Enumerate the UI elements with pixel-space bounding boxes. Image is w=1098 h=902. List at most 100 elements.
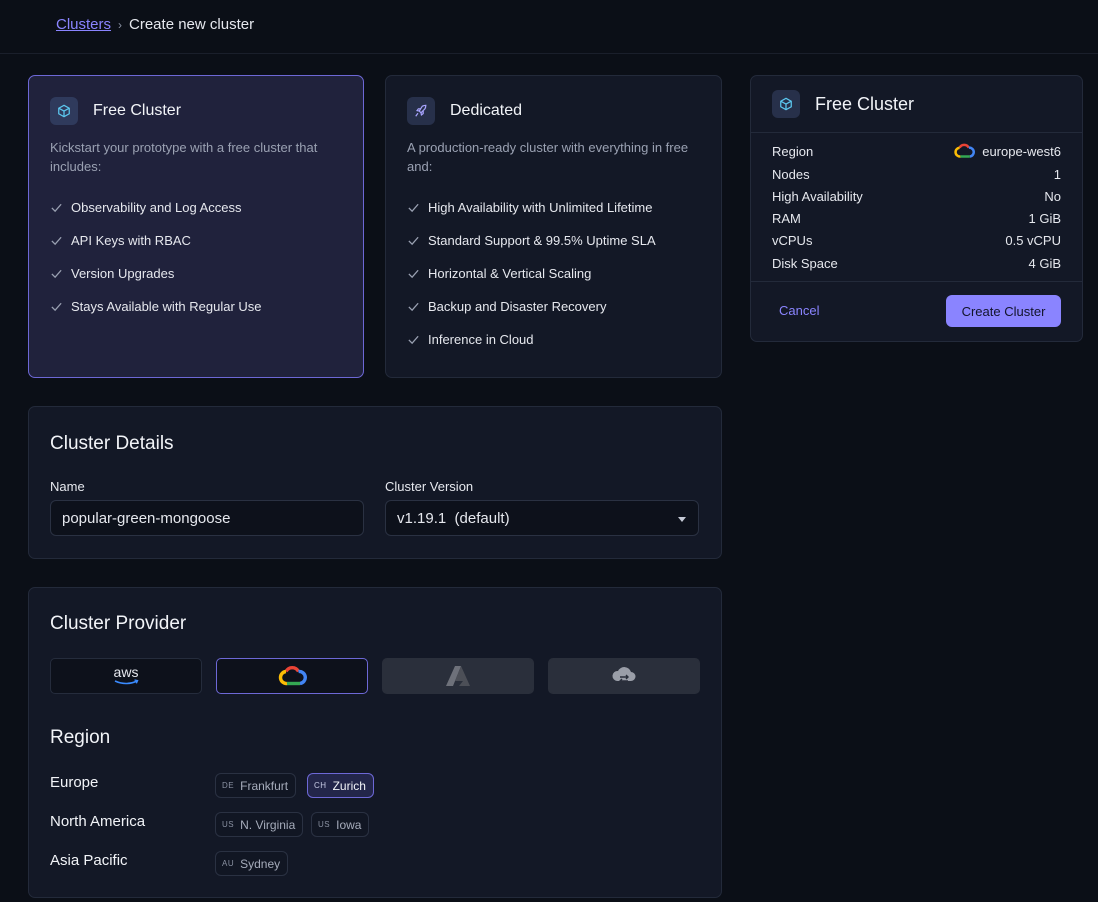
provider-aws-button[interactable]: aws [50, 658, 202, 694]
region-group-north-america: North America [50, 813, 146, 830]
region-chip-n-virginia[interactable]: US N. Virginia [215, 812, 304, 837]
summary-card: Free Cluster Region europe-west6 Nodes 1… [750, 75, 1083, 342]
check-icon [51, 302, 62, 312]
check-icon [51, 236, 62, 246]
feature-item: Observability and Log Access [50, 191, 262, 224]
spec-label: Disk Space [772, 255, 838, 271]
region-name: Sydney [240, 856, 281, 871]
provider-hybrid-button[interactable] [548, 658, 700, 694]
cluster-details-card: Cluster Details Name popular-green-mongo… [28, 406, 722, 559]
cluster-provider-card: Cluster Provider aws Region Europe DE Fr… [28, 587, 722, 898]
provider-gcp-button[interactable] [216, 658, 368, 694]
spec-value: No [1044, 188, 1061, 204]
google-cloud-icon [954, 143, 976, 158]
country-code: DE [222, 781, 235, 790]
provider-azure-button[interactable] [382, 658, 534, 694]
summary-title: Free Cluster [815, 93, 915, 114]
region-name: Iowa [336, 817, 362, 832]
plan-description: A production-ready cluster with everythi… [407, 140, 689, 174]
check-icon [51, 269, 62, 279]
country-code: CH [314, 781, 327, 790]
spec-label: RAM [772, 210, 801, 226]
feature-item: Standard Support & 99.5% Uptime SLA [407, 224, 656, 257]
spec-label: High Availability [772, 188, 863, 204]
check-icon [408, 269, 419, 279]
spec-row-high-availability: High Availability No [772, 187, 1061, 205]
region-chip-sydney[interactable]: AU Sydney [215, 851, 289, 876]
breadcrumb-clusters-link[interactable]: Clusters [56, 16, 111, 33]
feature-label: Horizontal & Vertical Scaling [428, 266, 592, 281]
region-title: Region [50, 727, 111, 748]
feature-label: Observability and Log Access [71, 200, 242, 215]
feature-list: High Availability with Unlimited Lifetim… [407, 191, 656, 365]
cancel-button[interactable]: Cancel [779, 303, 819, 318]
check-icon [51, 203, 62, 213]
rocket-icon [407, 97, 435, 125]
cube-icon [50, 97, 78, 125]
spec-row-ram: RAM 1 GiB [772, 209, 1061, 227]
aws-logo-icon: aws [114, 665, 139, 685]
spec-row-region: Region europe-west6 [772, 142, 1061, 160]
section-title: Cluster Details [50, 433, 174, 454]
name-label: Name [50, 479, 85, 494]
cube-icon [772, 90, 800, 118]
feature-label: Stays Available with Regular Use [71, 299, 262, 314]
version-label: Cluster Version [385, 479, 474, 494]
spec-value: 1 [1053, 166, 1061, 182]
check-icon [408, 203, 419, 213]
azure-icon [446, 666, 470, 686]
divider [751, 281, 1083, 282]
feature-label: Inference in Cloud [428, 332, 534, 347]
feature-item: Backup and Disaster Recovery [407, 290, 656, 323]
region-chip-frankfurt[interactable]: DE Frankfurt [215, 773, 297, 798]
create-cluster-button[interactable]: Create Cluster [946, 295, 1061, 327]
region-chip-zurich[interactable]: CH Zurich [307, 773, 374, 798]
breadcrumb-current: Create new cluster [129, 16, 255, 33]
cluster-name-value: popular-green-mongoose [62, 509, 231, 527]
aws-logo-text: aws [114, 665, 139, 680]
spec-row-nodes: Nodes 1 [772, 165, 1061, 183]
breadcrumb-separator: › [118, 17, 123, 32]
breadcrumb: Clusters › Create new cluster [56, 16, 254, 33]
region-chip-iowa[interactable]: US Iowa [311, 812, 370, 837]
top-bar: Clusters › Create new cluster [0, 0, 1098, 54]
country-code: US [222, 820, 235, 829]
plan-description: Kickstart your prototype with a free clu… [50, 140, 318, 174]
spec-label: vCPUs [772, 232, 813, 248]
feature-label: Version Upgrades [71, 266, 175, 281]
spec-value: 0.5 vCPU [1005, 232, 1061, 248]
feature-label: Backup and Disaster Recovery [428, 299, 607, 314]
feature-label: API Keys with RBAC [71, 233, 191, 248]
cluster-name-input[interactable]: popular-green-mongoose [50, 500, 364, 536]
divider [751, 132, 1083, 133]
region-name: Frankfurt [240, 778, 289, 793]
plan-title: Free Cluster [93, 102, 182, 119]
region-name: N. Virginia [240, 817, 296, 832]
check-icon [408, 236, 419, 246]
cluster-version-value: v1.19.1 (default) [397, 509, 510, 527]
plan-title: Dedicated [450, 102, 523, 119]
spec-value: 4 GiB [1028, 255, 1061, 271]
spec-label: Region [772, 143, 814, 159]
spec-row-disk-space: Disk Space 4 GiB [772, 254, 1061, 272]
feature-item: Horizontal & Vertical Scaling [407, 257, 656, 290]
check-icon [408, 335, 419, 345]
feature-item: High Availability with Unlimited Lifetim… [407, 191, 656, 224]
plan-card-dedicated[interactable]: Dedicated A production-ready cluster wit… [385, 75, 722, 378]
spec-row-vcpus: vCPUs 0.5 vCPU [772, 231, 1061, 249]
feature-item: API Keys with RBAC [50, 224, 262, 257]
region-name: Zurich [332, 778, 366, 793]
feature-label: Standard Support & 99.5% Uptime SLA [428, 233, 656, 248]
chevron-down-icon [678, 517, 686, 522]
spec-value: europe-west6 [982, 143, 1061, 159]
feature-item: Inference in Cloud [407, 323, 656, 356]
hybrid-cloud-icon [612, 667, 636, 684]
plan-card-free[interactable]: Free Cluster Kickstart your prototype wi… [28, 75, 364, 378]
region-group-asia-pacific: Asia Pacific [50, 852, 128, 869]
feature-label: High Availability with Unlimited Lifetim… [428, 200, 653, 215]
spec-label: Nodes [772, 166, 810, 182]
spec-value: 1 GiB [1028, 210, 1061, 226]
cluster-version-select[interactable]: v1.19.1 (default) [385, 500, 699, 536]
feature-list: Observability and Log Access API Keys wi… [50, 191, 262, 332]
google-cloud-icon [278, 665, 307, 686]
